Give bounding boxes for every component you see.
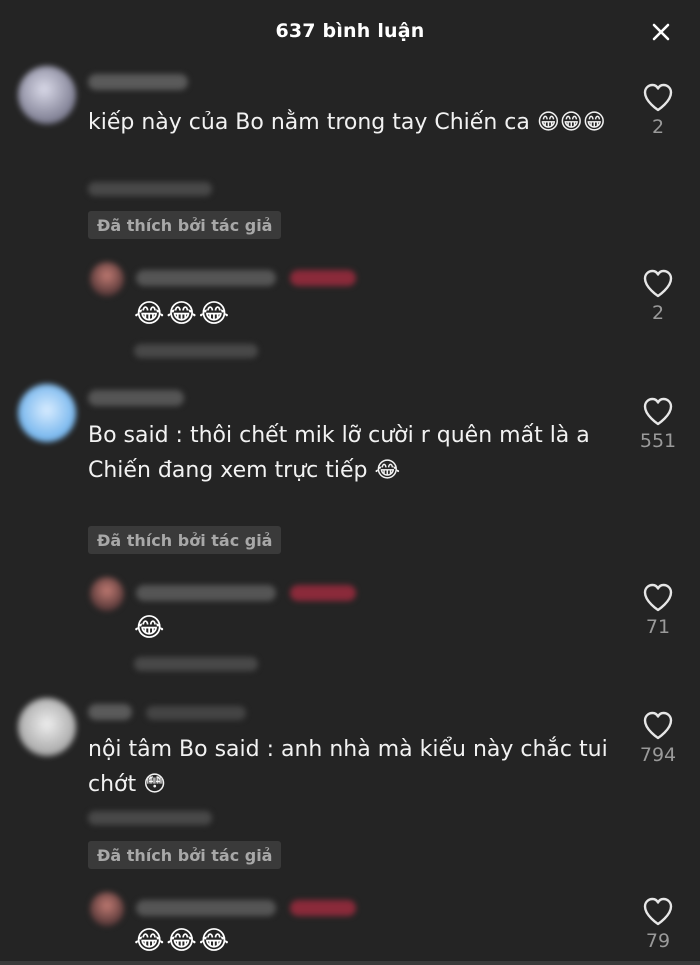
heart-outline-icon <box>643 711 673 740</box>
reply-text: 😂😂😂 <box>134 926 232 956</box>
reply-avatar[interactable] <box>90 892 124 926</box>
username[interactable] <box>88 390 184 406</box>
like-count: 551 <box>639 430 677 452</box>
reply-username[interactable] <box>136 585 276 601</box>
reply-username[interactable] <box>136 270 276 286</box>
reply-avatar[interactable] <box>90 262 124 296</box>
comment-timestamp <box>88 811 212 825</box>
username[interactable] <box>88 704 132 720</box>
reply-avatar[interactable] <box>90 577 124 611</box>
reply-like-button[interactable]: 79 <box>628 896 688 952</box>
comment-text: Bo said : thôi chết mik lỡ cười r quên m… <box>88 423 590 483</box>
liked-by-author-badge: Đã thích bởi tác giả <box>88 526 282 554</box>
like-count: 2 <box>651 302 665 324</box>
reply-timestamp <box>134 344 258 358</box>
comment-text: kiếp này của Bo nằm trong tay Chiến ca 😁… <box>88 110 606 135</box>
reply-timestamp <box>134 657 258 671</box>
comment-text: nội tâm Bo said : anh nhà mà kiểu này ch… <box>88 737 608 797</box>
username[interactable] <box>88 74 188 90</box>
like-button[interactable]: 551 <box>628 396 688 452</box>
liked-by-author-badge: Đã thích bởi tác giả <box>88 211 282 239</box>
heart-outline-icon <box>643 269 673 298</box>
heart-outline-icon <box>643 397 673 426</box>
heart-outline-icon <box>643 83 673 112</box>
reply-username[interactable] <box>136 900 276 916</box>
liked-by-author-badge: Đã thích bởi tác giả <box>88 841 282 869</box>
comment-count-title: 637 bình luận <box>275 20 425 42</box>
heart-outline-icon <box>643 897 673 926</box>
avatar[interactable] <box>18 698 76 756</box>
like-button[interactable]: 794 <box>628 710 688 766</box>
like-count: 2 <box>651 116 665 138</box>
comments-header: 637 bình luận <box>0 0 700 62</box>
reply-like-button[interactable]: 71 <box>628 582 688 638</box>
author-tag <box>290 900 356 916</box>
like-count: 794 <box>639 744 677 766</box>
author-tag <box>290 585 356 601</box>
reply-text: 😂😂😂 <box>134 299 232 329</box>
reply-like-button[interactable]: 2 <box>628 268 688 324</box>
username-subtitle <box>146 706 246 720</box>
avatar[interactable] <box>18 384 76 442</box>
heart-outline-icon <box>643 583 673 612</box>
avatar[interactable] <box>18 66 76 124</box>
bottom-divider <box>0 961 700 965</box>
reply-text: 😂 <box>134 613 167 643</box>
comment-timestamp <box>88 182 212 196</box>
close-icon <box>652 23 670 41</box>
close-button[interactable] <box>646 14 676 50</box>
like-count: 71 <box>645 616 671 638</box>
author-tag <box>290 270 356 286</box>
like-button[interactable]: 2 <box>628 82 688 138</box>
like-count: 79 <box>645 930 671 952</box>
